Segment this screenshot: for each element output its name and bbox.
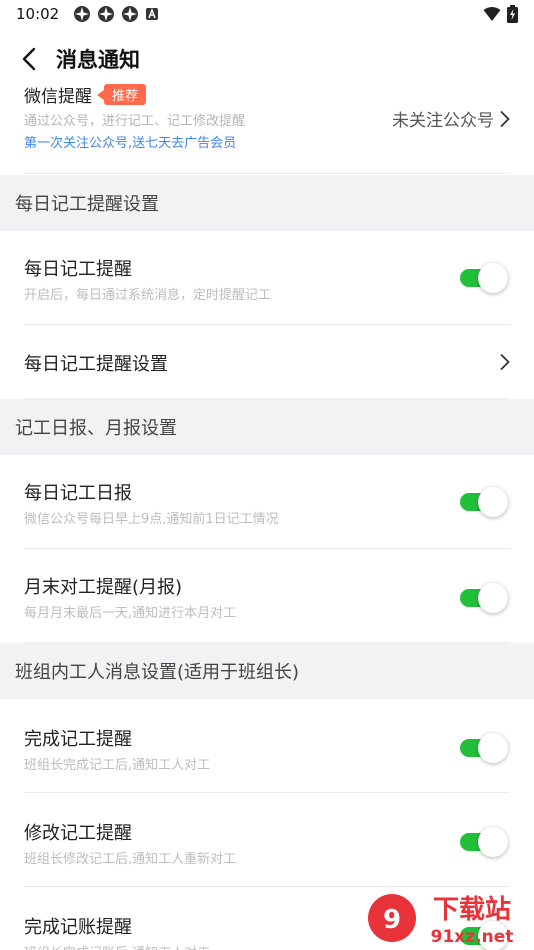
battery-charging-icon xyxy=(507,5,518,23)
svg-text:9: 9 xyxy=(383,905,401,935)
notification-icons xyxy=(73,5,159,23)
status-time: 10:02 xyxy=(16,5,60,23)
recommend-badge: 推荐 xyxy=(96,84,147,105)
setting-row-daily-reminder-settings[interactable]: 每日记工提醒设置 xyxy=(24,325,510,399)
monthly-report-toggle[interactable] xyxy=(460,583,508,613)
row-subtitle: 班组长修改记工后,通知工人重新对工 xyxy=(24,852,237,867)
site-watermark: 9 下载站 91xz.net xyxy=(364,888,534,950)
row-title: 每日记工日报 xyxy=(24,483,132,504)
row-title: 修改记工提醒 xyxy=(24,823,132,844)
watermark-domain: 91xz.net xyxy=(431,927,514,947)
back-arrow-icon xyxy=(22,47,36,71)
wechat-reminder-title: 微信提醒 xyxy=(24,87,92,107)
follow-status[interactable]: 未关注公众号 xyxy=(392,106,510,131)
setting-row-complete-record: 完成记工提醒 班组长完成记工后,通知工人对工 xyxy=(24,699,510,793)
row-title: 完成记账提醒 xyxy=(24,917,132,938)
app-notification-icon xyxy=(98,6,115,22)
wechat-reminder-subtitle: 通过公众号，进行记工、记工修改提醒 xyxy=(24,114,246,129)
section-header-reports: 记工日报、月报设置 xyxy=(0,399,534,455)
row-subtitle: 每月月末最后一天,通知进行本月对工 xyxy=(24,606,237,621)
system-status-icons xyxy=(483,5,518,23)
daily-report-toggle[interactable] xyxy=(460,487,508,517)
chevron-right-icon xyxy=(500,354,510,370)
section-header-daily-reminder: 每日记工提醒设置 xyxy=(0,175,534,231)
row-title: 月末对工提醒(月报) xyxy=(24,577,183,598)
row-subtitle: 班组长完成记账后,通知工人对工 xyxy=(24,942,210,950)
wechat-title-wrap: 微信提醒 推荐 xyxy=(24,82,147,107)
chevron-right-icon xyxy=(500,110,510,127)
follow-promo-link[interactable]: 第一次关注公众号,送七天去广告会员 xyxy=(24,132,236,151)
row-subtitle: 班组长完成记工后,通知工人对工 xyxy=(24,758,211,773)
section-header-team-workers: 班组内工人消息设置(适用于班组长) xyxy=(0,643,534,699)
row-subtitle: 微信公众号每日早上9点,通知前1日记工情况 xyxy=(24,512,279,527)
setting-row-daily-report: 每日记工日报 微信公众号每日早上9点,通知前1日记工情况 xyxy=(24,455,510,549)
complete-record-toggle[interactable] xyxy=(460,733,508,763)
status-bar: 10:02 xyxy=(0,0,534,28)
page-title: 消息通知 xyxy=(56,48,140,72)
follow-status-label: 未关注公众号 xyxy=(392,111,494,131)
app-notification-icon xyxy=(74,6,91,22)
watermark-brand: 下载站 xyxy=(433,895,511,925)
row-title: 每日记工提醒设置 xyxy=(24,354,168,375)
watermark-logo: 9 下载站 91xz.net xyxy=(368,894,514,947)
app-notification-icon xyxy=(122,6,139,22)
row-subtitle: 开启后，每日通过系统消息，定时提醒记工 xyxy=(24,288,272,303)
row-title: 每日记工提醒 xyxy=(24,259,132,280)
wifi-icon xyxy=(483,7,501,21)
daily-reminder-toggle[interactable] xyxy=(460,263,508,293)
setting-row-modify-record: 修改记工提醒 班组长修改记工后,通知工人重新对工 xyxy=(24,793,510,887)
row-title: 完成记工提醒 xyxy=(24,729,132,750)
modify-record-toggle[interactable] xyxy=(460,827,508,857)
keyboard-notification-icon xyxy=(146,7,159,20)
setting-row-daily-reminder: 每日记工提醒 开启后，每日通过系统消息，定时提醒记工 xyxy=(24,231,510,325)
wechat-reminder-row[interactable]: 微信提醒 推荐 通过公众号，进行记工、记工修改提醒 第一次关注公众号,送七天去广… xyxy=(24,78,510,174)
setting-row-monthly-report: 月末对工提醒(月报) 每月月末最后一天,通知进行本月对工 xyxy=(24,549,510,643)
